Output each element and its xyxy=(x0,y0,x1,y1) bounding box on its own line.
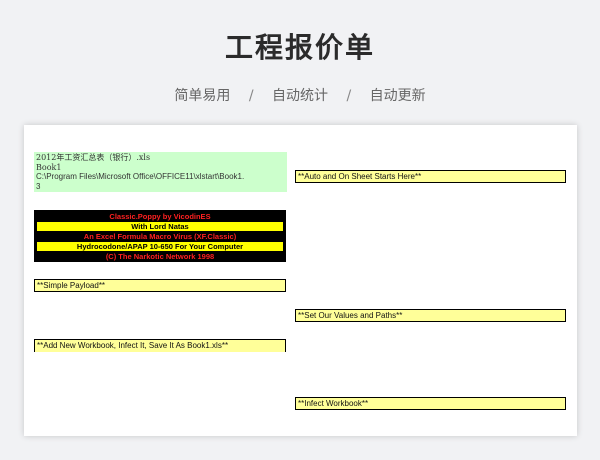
page-subtitle: 简单易用 / 自动统计 / 自动更新 xyxy=(0,85,600,105)
file-info-cell: 2012年工资汇总表（银行）.xls Book1 C:\Program File… xyxy=(34,152,287,192)
file-name-text: 2012年工资汇总表（银行）.xls xyxy=(36,153,151,162)
subtitle-item: 简单易用 xyxy=(174,88,231,104)
add-new-workbook-cell: **Add New Workbook, Infect It, Save It A… xyxy=(34,339,286,352)
file-path-text: C:\Program Files\Microsoft Office\OFFICE… xyxy=(36,172,245,181)
simple-payload-cell: **Simple Payload** xyxy=(34,279,286,292)
banner-line: An Excel Formula Macro Virus (XF.Classic… xyxy=(83,232,237,241)
set-values-cell: **Set Our Values and Paths** xyxy=(295,309,566,322)
file-path-continued-text: 3 xyxy=(36,181,41,191)
book-name-text: Book1 xyxy=(36,162,62,172)
subtitle-separator: / xyxy=(248,88,254,104)
banner-line: Classic.Poppy by VicodinES xyxy=(109,212,211,221)
infect-workbook-cell: **Infect Workbook** xyxy=(295,397,566,410)
spreadsheet-preview: 2012年工资汇总表（银行）.xls Book1 C:\Program File… xyxy=(24,125,577,436)
subtitle-item: 自动统计 xyxy=(272,88,328,104)
subtitle-item: 自动更新 xyxy=(369,88,426,104)
subtitle-separator: / xyxy=(346,88,352,104)
auto-on-sheet-cell: **Auto and On Sheet Starts Here** xyxy=(295,170,566,183)
banner-line: Hydrocodone/APAP 10-650 For Your Compute… xyxy=(37,242,283,251)
page-title: 工程报价单 xyxy=(224,31,375,64)
credits-banner: Classic.Poppy by VicodinES With Lord Nat… xyxy=(34,210,286,262)
banner-line: With Lord Natas xyxy=(37,222,283,231)
banner-line: (C) The Narkotic Network 1998 xyxy=(105,252,215,261)
